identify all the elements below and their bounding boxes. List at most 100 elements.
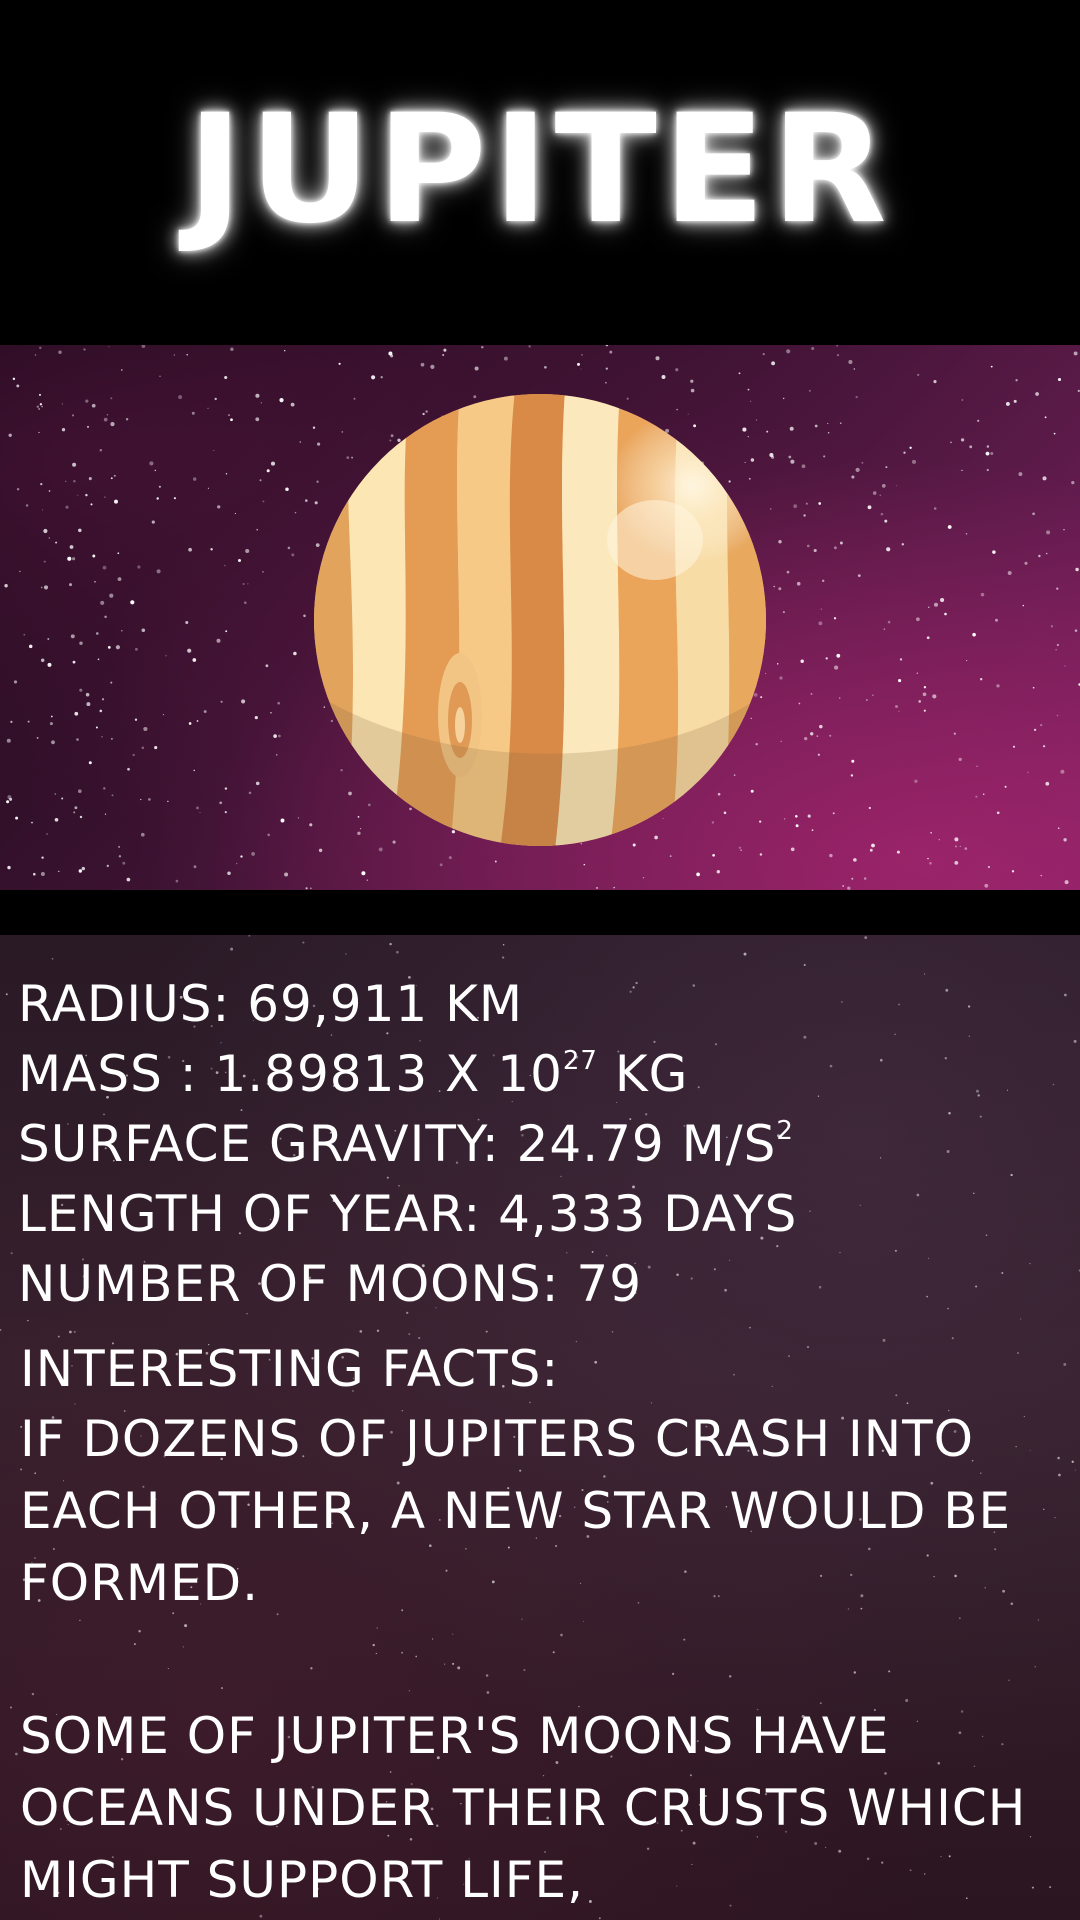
star bbox=[78, 789, 82, 793]
star bbox=[126, 877, 131, 882]
star bbox=[1045, 552, 1048, 555]
star bbox=[439, 863, 443, 867]
star bbox=[61, 797, 64, 800]
star bbox=[4, 584, 8, 588]
star bbox=[786, 349, 791, 354]
star bbox=[196, 720, 199, 722]
star bbox=[101, 698, 105, 701]
star bbox=[54, 793, 57, 795]
star bbox=[647, 1265, 651, 1269]
star bbox=[297, 817, 300, 819]
star bbox=[954, 861, 959, 865]
mass-exponent: 27 bbox=[562, 1046, 598, 1076]
star bbox=[55, 541, 58, 544]
star bbox=[1073, 351, 1078, 356]
star bbox=[1008, 1679, 1010, 1681]
star bbox=[100, 600, 105, 605]
star bbox=[361, 871, 366, 876]
star bbox=[167, 800, 169, 803]
jupiter-illustration bbox=[314, 394, 766, 846]
star bbox=[1034, 1666, 1036, 1668]
star bbox=[188, 547, 192, 552]
gravity-exponent: 2 bbox=[776, 1116, 794, 1146]
star bbox=[697, 1086, 700, 1089]
star bbox=[173, 354, 175, 356]
star bbox=[813, 548, 817, 553]
star bbox=[99, 709, 103, 713]
star bbox=[283, 349, 286, 352]
star bbox=[596, 886, 598, 889]
star bbox=[246, 1313, 248, 1315]
star bbox=[41, 509, 44, 511]
star bbox=[79, 1619, 81, 1622]
star bbox=[1057, 827, 1060, 830]
star bbox=[78, 528, 82, 533]
star bbox=[692, 984, 696, 987]
star bbox=[203, 710, 207, 713]
star bbox=[1064, 993, 1067, 997]
star bbox=[187, 648, 192, 653]
star bbox=[148, 798, 151, 801]
star bbox=[918, 700, 921, 703]
star bbox=[216, 638, 221, 643]
star bbox=[809, 390, 811, 392]
star bbox=[73, 479, 76, 483]
star bbox=[605, 381, 607, 384]
star bbox=[729, 1259, 731, 1261]
star bbox=[359, 1330, 363, 1333]
star bbox=[23, 633, 26, 636]
star bbox=[50, 715, 53, 718]
star bbox=[895, 1394, 898, 1397]
star bbox=[213, 450, 215, 452]
star bbox=[676, 1273, 679, 1276]
star bbox=[49, 722, 53, 726]
star bbox=[5, 993, 8, 996]
star bbox=[954, 837, 959, 842]
star bbox=[207, 407, 209, 410]
star bbox=[15, 1752, 18, 1756]
star bbox=[132, 753, 135, 757]
star bbox=[0, 1328, 2, 1332]
fact-item: SOME OF JUPITER'S MOONS HAVE OCEANS UNDE… bbox=[20, 1707, 1027, 1909]
star bbox=[653, 1040, 656, 1044]
star bbox=[796, 581, 801, 586]
star bbox=[861, 461, 864, 464]
star bbox=[581, 354, 583, 356]
star bbox=[448, 856, 452, 860]
star bbox=[788, 1355, 790, 1358]
star bbox=[884, 519, 888, 523]
star bbox=[959, 845, 961, 847]
star bbox=[1013, 399, 1017, 403]
star bbox=[1064, 665, 1066, 667]
number-of-moons-stat: NUMBER OF MOONS: 79 bbox=[18, 1255, 643, 1313]
star bbox=[107, 646, 111, 649]
star bbox=[786, 570, 790, 574]
star bbox=[833, 617, 837, 620]
star bbox=[57, 1335, 60, 1338]
star bbox=[898, 1003, 900, 1006]
star bbox=[265, 664, 269, 668]
star bbox=[782, 397, 785, 400]
star bbox=[803, 514, 806, 517]
star bbox=[61, 403, 63, 405]
interesting-facts-heading: INTERESTING FACTS: bbox=[20, 1340, 560, 1398]
star bbox=[140, 798, 142, 801]
star bbox=[896, 850, 900, 854]
star bbox=[811, 347, 815, 350]
star bbox=[6, 738, 11, 743]
star bbox=[8, 433, 12, 437]
star bbox=[855, 395, 858, 399]
surface-gravity-stat: SURFACE GRAVITY: 24.79 M/S2 bbox=[18, 1115, 794, 1173]
star bbox=[193, 769, 195, 772]
star bbox=[58, 870, 60, 873]
star bbox=[118, 845, 121, 848]
star bbox=[850, 774, 854, 777]
star bbox=[868, 806, 871, 810]
star bbox=[154, 746, 158, 750]
star bbox=[103, 417, 108, 422]
star bbox=[923, 973, 926, 975]
star bbox=[302, 941, 305, 944]
star bbox=[41, 405, 43, 408]
star bbox=[182, 1646, 185, 1648]
star bbox=[40, 482, 43, 486]
